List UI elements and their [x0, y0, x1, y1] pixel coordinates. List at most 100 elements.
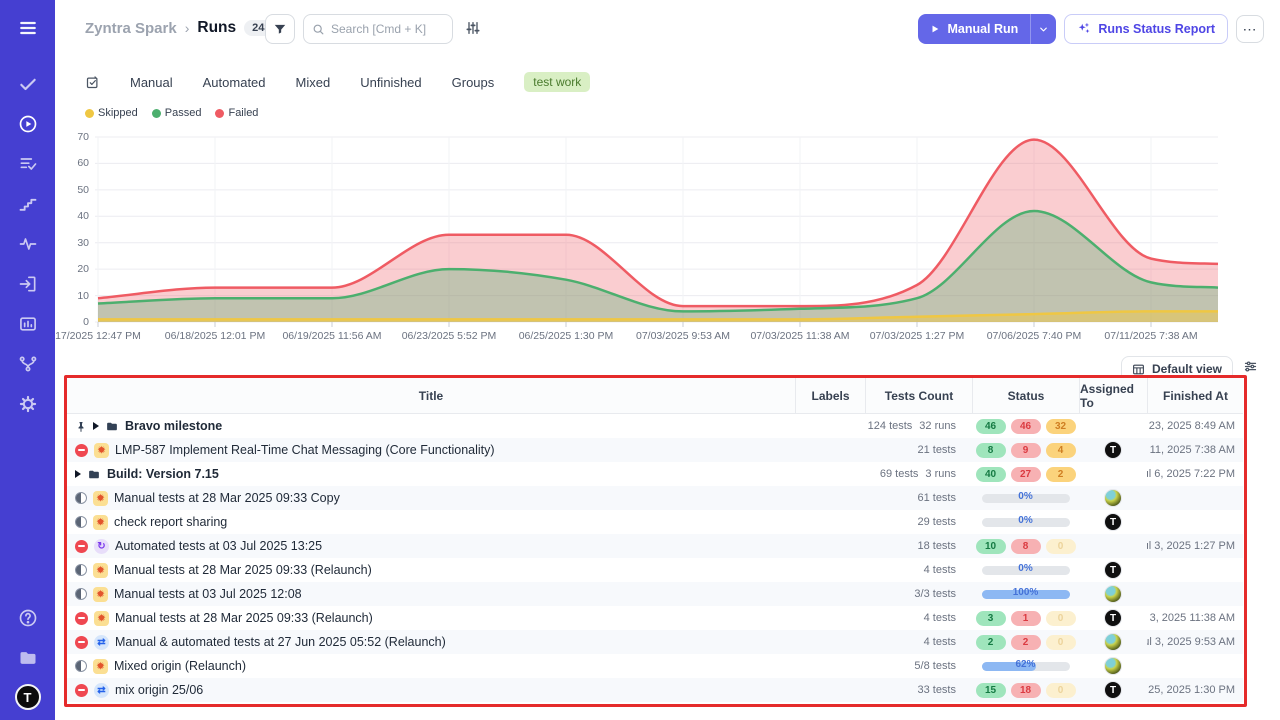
y-tick-label: 60: [55, 157, 89, 169]
steps-icon[interactable]: [8, 184, 48, 224]
run-title[interactable]: Manual tests at 28 Mar 2025 09:33 (Relau…: [114, 563, 372, 577]
assignee-avatar[interactable]: [1104, 633, 1122, 651]
column-header-labels[interactable]: Labels: [795, 378, 865, 413]
column-header-title[interactable]: Title: [67, 378, 795, 413]
run-title[interactable]: Manual tests at 03 Jul 2025 12:08: [114, 587, 302, 601]
adjustments-icon[interactable]: [465, 20, 481, 41]
column-header-status[interactable]: Status: [972, 378, 1079, 413]
run-title[interactable]: LMP-587 Implement Real-Time Chat Messagi…: [115, 443, 495, 457]
assignee-avatar[interactable]: T: [1104, 609, 1122, 627]
assignee-cell: [1079, 630, 1147, 654]
run-title[interactable]: Manual & automated tests at 27 Jun 2025 …: [115, 635, 446, 649]
sign-in-icon[interactable]: [8, 264, 48, 304]
assignee-avatar[interactable]: T: [1104, 513, 1122, 531]
table-row[interactable]: Bravo milestone124 tests32 runs464632May…: [67, 414, 1243, 438]
search-input[interactable]: [331, 22, 441, 36]
run-title[interactable]: Manual tests at 28 Mar 2025 09:33 Copy: [114, 491, 340, 505]
tests-count: 5/8 tests: [914, 660, 956, 672]
runs-status-report-button[interactable]: Runs Status Report: [1064, 14, 1228, 44]
in-progress-status-icon: [75, 492, 87, 504]
passed-pill: 8: [976, 443, 1006, 458]
assignee-avatar[interactable]: T: [1104, 441, 1122, 459]
tests-count-cell: 18 tests: [865, 534, 972, 558]
branch-icon[interactable]: [8, 344, 48, 384]
table-row[interactable]: ✹Mixed origin (Relaunch)5/8 tests62%: [67, 654, 1243, 678]
y-tick-label: 30: [55, 237, 89, 249]
assignee-avatar[interactable]: T: [1104, 561, 1122, 579]
bar-chart-icon[interactable]: [8, 304, 48, 344]
assignee-avatar[interactable]: [1104, 489, 1122, 507]
filter-button[interactable]: [265, 14, 295, 44]
play-circle-icon[interactable]: [8, 104, 48, 144]
manual-run-dropdown[interactable]: [1030, 14, 1056, 44]
table-row[interactable]: ✹Manual tests at 03 Jul 2025 12:083/3 te…: [67, 582, 1243, 606]
tab-mixed[interactable]: Mixed: [296, 75, 331, 90]
user-avatar[interactable]: T: [15, 684, 41, 710]
legend-label: Passed: [165, 107, 202, 119]
search-box[interactable]: [303, 14, 453, 44]
tests-count: 124 tests: [868, 420, 913, 432]
table-row[interactable]: ↻Automated tests at 03 Jul 2025 13:2518 …: [67, 534, 1243, 558]
bulk-select-icon[interactable]: [85, 75, 100, 90]
mixed-run-icon: ⇄: [94, 635, 109, 650]
run-title[interactable]: Manual tests at 28 Mar 2025 09:33 (Relau…: [115, 611, 373, 625]
status-cell: 100%: [972, 582, 1079, 606]
finished-at-cell: [1147, 558, 1243, 582]
hamburger-icon[interactable]: [8, 8, 48, 48]
question-circle-icon[interactable]: [8, 598, 48, 638]
title-cell: Build: Version 7.15: [67, 462, 795, 486]
title-cell: ✹Mixed origin (Relaunch): [67, 654, 795, 678]
table-row[interactable]: Build: Version 7.1569 tests3 runs40272Ju…: [67, 462, 1243, 486]
assignee-cell: [1079, 414, 1147, 438]
table-row[interactable]: ✹check report sharing29 tests0%T: [67, 510, 1243, 534]
view-settings-icon[interactable]: [1243, 359, 1258, 379]
more-options-button[interactable]: ⋯: [1236, 15, 1264, 43]
run-title[interactable]: check report sharing: [114, 515, 227, 529]
tests-count: 4 tests: [924, 612, 956, 624]
table-row[interactable]: ✹LMP-587 Implement Real-Time Chat Messag…: [67, 438, 1243, 462]
failed-pill: 9: [1011, 443, 1041, 458]
run-title[interactable]: Automated tests at 03 Jul 2025 13:25: [115, 539, 322, 553]
assignee-avatar[interactable]: [1104, 585, 1122, 603]
column-header-assigned-to[interactable]: Assigned To: [1079, 378, 1147, 413]
y-tick-label: 20: [55, 263, 89, 275]
table-row[interactable]: ✹Manual tests at 28 Mar 2025 09:33 (Rela…: [67, 558, 1243, 582]
column-header-finished-at[interactable]: Finished At: [1147, 378, 1243, 413]
assignee-avatar[interactable]: [1104, 657, 1122, 675]
assignee-avatar[interactable]: T: [1104, 681, 1122, 699]
title-cell: Bravo milestone: [67, 414, 795, 438]
assignee-cell: [1079, 534, 1147, 558]
gear-icon[interactable]: [8, 384, 48, 424]
table-row[interactable]: ⇄mix origin 25/0633 tests15180TJun 25, 2…: [67, 678, 1243, 702]
legend-item-failed[interactable]: Failed: [215, 107, 258, 119]
list-check-icon[interactable]: [8, 144, 48, 184]
expand-chevron-icon[interactable]: [93, 422, 99, 430]
passed-pill: 46: [976, 419, 1006, 434]
run-title[interactable]: Mixed origin (Relaunch): [114, 659, 246, 673]
legend-item-passed[interactable]: Passed: [152, 107, 202, 119]
chevron-down-icon: [1038, 24, 1049, 35]
expand-chevron-icon[interactable]: [75, 470, 81, 478]
folder-icon[interactable]: [8, 638, 48, 678]
breadcrumb-project[interactable]: Zyntra Spark: [85, 20, 177, 37]
table-row[interactable]: ✹Manual tests at 28 Mar 2025 09:33 Copy6…: [67, 486, 1243, 510]
column-header-tests-count[interactable]: Tests Count: [865, 378, 972, 413]
active-filter-tag[interactable]: test work: [524, 72, 590, 92]
pulse-icon[interactable]: [8, 224, 48, 264]
assignee-cell: [1079, 654, 1147, 678]
tab-groups[interactable]: Groups: [452, 75, 495, 90]
table-row[interactable]: ⇄ Manual & automated tests at 27 Jun 2025…: [67, 630, 1243, 654]
legend-item-skipped[interactable]: Skipped: [85, 107, 138, 119]
run-title[interactable]: Build: Version 7.15: [107, 467, 219, 481]
finished-at-cell: [1147, 510, 1243, 534]
manual-run-button[interactable]: Manual Run: [918, 14, 1056, 44]
tab-unfinished[interactable]: Unfinished: [360, 75, 421, 90]
table-row[interactable]: ✹Manual tests at 28 Mar 2025 09:33 (Rela…: [67, 606, 1243, 630]
tab-manual[interactable]: Manual: [130, 75, 173, 90]
labels-cell: [795, 462, 865, 486]
tab-automated[interactable]: Automated: [203, 75, 266, 90]
run-title[interactable]: mix origin 25/06: [115, 683, 203, 697]
run-title[interactable]: Bravo milestone: [125, 419, 222, 433]
tests-count-cell: 3/3 tests: [865, 582, 972, 606]
check-icon[interactable]: [8, 64, 48, 104]
